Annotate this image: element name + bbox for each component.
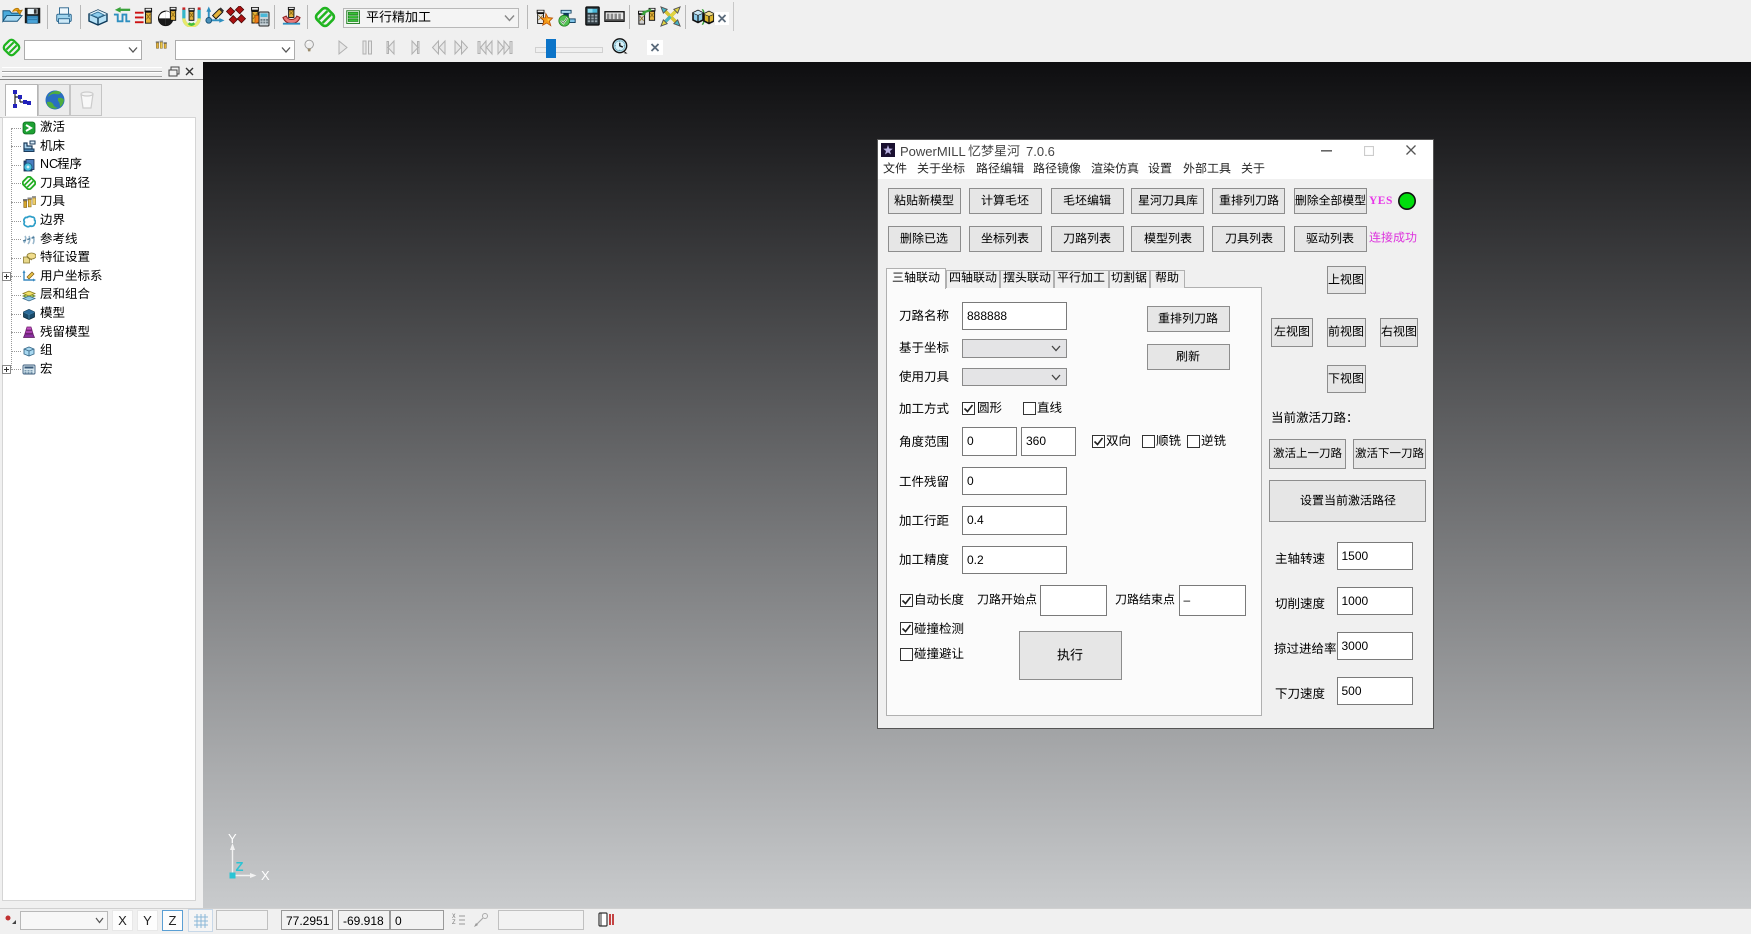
svg-text:Z: Z: [452, 919, 456, 926]
svg-text:Z: Z: [236, 859, 244, 874]
svg-text:Y: Y: [228, 832, 237, 846]
svg-text:X: X: [261, 868, 270, 883]
